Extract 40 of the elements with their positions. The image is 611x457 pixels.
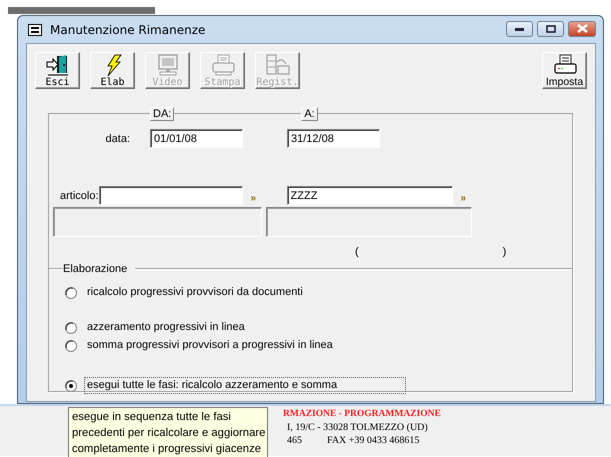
date-field[interactable]: 01/01/08 [150, 129, 243, 148]
date-field[interactable]: 31/12/08 [287, 129, 380, 148]
article-field[interactable]: ZZZZ [286, 186, 453, 205]
toolbar-button[interactable]: Esci [35, 52, 80, 89]
window-title: Manutenzione Rimanenze [50, 22, 206, 36]
cabinet-icon [264, 54, 290, 77]
lookup-link[interactable]: » [460, 192, 497, 204]
maximize-button[interactable] [537, 20, 564, 36]
minimize-icon [515, 26, 524, 30]
printer-icon [210, 54, 236, 77]
bracket-label: ) [502, 246, 506, 260]
tooltip-text: esegue in sequenza tutte le fasi precedenti per ricalcolare e aggiornare completamente i progressivi giacenze [72, 410, 266, 457]
footer-text: I, 19/C - 33028 TOLMEZZO (UD) [287, 421, 428, 434]
door-icon [44, 54, 70, 77]
close-icon [576, 24, 588, 33]
column-header: DA: [150, 107, 174, 121]
column-header: A: [301, 107, 318, 121]
minimize-button[interactable] [506, 20, 533, 36]
field-label: data: [104, 132, 130, 144]
bracket-label: ( [355, 246, 359, 260]
toolbar-button[interactable]: Imposta [542, 52, 587, 89]
toolbar-button[interactable]: Elab [90, 52, 135, 89]
footer-text: FAX +39 0433 468615 [327, 434, 420, 447]
radio-button[interactable] [65, 340, 77, 352]
field-label: articolo: [60, 190, 99, 202]
option-label: esegui tutte le fasi: ricalcolo azzeramento e somma [84, 377, 406, 394]
maximize-icon [546, 24, 556, 32]
article-field[interactable] [98, 186, 243, 205]
radio-button[interactable] [65, 380, 77, 392]
form-icon [28, 24, 42, 36]
radio-button[interactable] [65, 322, 77, 334]
footer-text: RMAZIONE - PROGRAMMAZIONE [283, 408, 441, 421]
footer-text: 465 [287, 434, 302, 447]
option-label: ricalcolo progressivi provvisori da documenti [86, 285, 304, 300]
lookup-link[interactable]: » [250, 192, 287, 204]
close-button[interactable] [568, 20, 596, 36]
option-label: somma progressivi provvisori a progressivi in linea [86, 338, 334, 353]
radio-button[interactable] [65, 286, 77, 298]
group-title: Elaborazione [63, 263, 128, 275]
option-label: azzeramento progressivi in linea [86, 320, 246, 335]
